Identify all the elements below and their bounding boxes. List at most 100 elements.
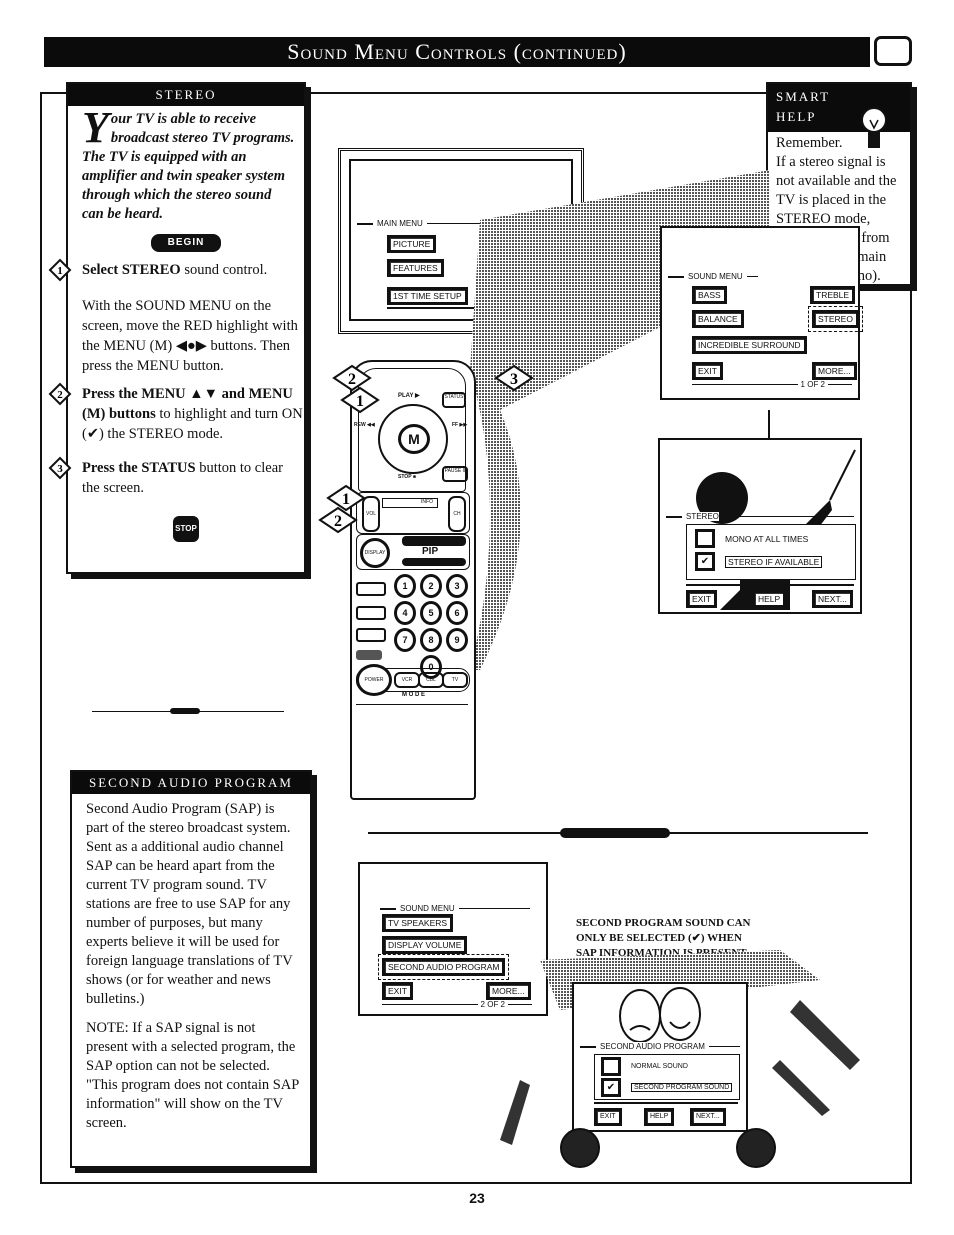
stereo-screen: STEREO MONO AT ALL TIMES ✔ STEREO IF AVAI… [658, 438, 862, 614]
remote-control: PLAY ▶ STATUS M REW ◀◀ FF ▶▶ STOP ■ PAUS… [350, 360, 476, 800]
option-stereo-label: STEREO IF AVAILABLE [725, 555, 823, 568]
key-5[interactable]: 5 [420, 601, 442, 625]
sound-more-button[interactable]: MORE... [812, 362, 857, 380]
sound-stereo-button[interactable]: STEREO [808, 306, 863, 332]
sap-paragraph-1: Second Audio Program (SAP) is part of th… [86, 801, 293, 1007]
status-button[interactable]: STATUS [442, 392, 466, 408]
stereo-next-button[interactable]: NEXT... [812, 590, 853, 608]
key-7[interactable]: 7 [394, 628, 416, 652]
pip-button-row[interactable] [402, 536, 466, 546]
pip-label: PIP [422, 546, 439, 557]
option-mono[interactable]: MONO AT ALL TIMES [695, 529, 847, 548]
option-stereo[interactable]: ✔ STEREO IF AVAILABLE [695, 552, 847, 571]
svg-text:1: 1 [356, 393, 364, 410]
option-normal-sound[interactable]: NORMAL SOUND [601, 1057, 733, 1076]
sap-options-box: NORMAL SOUND ✔ SECOND PROGRAM SOUND [594, 1054, 740, 1100]
intro-text: our TV is able to receive broadcast ster… [82, 111, 295, 222]
play-label: PLAY ▶ [398, 393, 420, 399]
checkbox-normal-sound[interactable] [601, 1057, 621, 1076]
pause-button[interactable]: PAUSE II [442, 466, 468, 482]
option-second-program[interactable]: ✔ SECOND PROGRAM SOUND [601, 1078, 733, 1097]
step-2-badge-icon: 2 [48, 382, 72, 406]
sound-menu-2-label: SOUND MENU [380, 904, 530, 913]
pager-1-text: 1 OF 2 [800, 380, 825, 389]
sap-paragraph-2: NOTE: If a SAP signal is not present wit… [86, 1020, 299, 1131]
sound-exit-button[interactable]: EXIT [692, 362, 723, 380]
mode-vcr-button[interactable]: VCR [394, 672, 420, 688]
key-8[interactable]: 8 [420, 628, 442, 652]
sound-tv-speakers-button[interactable]: TV SPEAKERS [382, 914, 454, 932]
step-1: 1 Select STEREO sound control. [48, 258, 304, 282]
step-1-bold: Select STEREO [82, 262, 181, 278]
callout-2b-icon: 2 [318, 506, 358, 534]
sound-menu-1-label: SOUND MENU [668, 272, 758, 281]
sound-menu-1-screen: SOUND MENU BASS TREBLE BALANCE STEREO IN… [660, 226, 863, 400]
key-6[interactable]: 6 [446, 601, 468, 625]
status-label: STATUS [444, 394, 464, 400]
step-1-badge-icon: 1 [48, 258, 72, 282]
key-1[interactable]: 1 [394, 574, 416, 598]
power-button[interactable]: POWER [356, 664, 392, 696]
sound-treble-button[interactable]: TREBLE [810, 286, 856, 304]
sound-2-exit-button[interactable]: EXIT [382, 982, 413, 1000]
sound-display-volume-button[interactable]: DISPLAY VOLUME [382, 936, 468, 954]
pip-button-row-2[interactable] [402, 558, 466, 566]
stereo-exit-button[interactable]: EXIT [686, 590, 717, 608]
step-1-detail-text: With the SOUND MENU on the screen, move … [82, 298, 298, 374]
sap-screen: SECOND AUDIO PROGRAM NORMAL SOUND ✔ SECON… [572, 982, 748, 1132]
stop-sign-icon: STOP [173, 516, 199, 542]
option-mono-label: MONO AT ALL TIMES [725, 533, 809, 544]
menu-features-button[interactable]: FEATURES [387, 259, 444, 277]
sap-panel: SECOND AUDIO PROGRAM Second Audio Progra… [70, 770, 312, 1168]
step-3-bold: Press the STATUS [82, 460, 196, 476]
sap-next-button[interactable]: NEXT... [690, 1108, 726, 1126]
stereo-help-button[interactable]: HELP [752, 590, 787, 608]
number-keypad: 1 2 3 4 5 6 7 8 9 0 [394, 574, 468, 679]
key-9[interactable]: 9 [446, 628, 468, 652]
checkmark-icon[interactable]: ✔ [695, 552, 715, 571]
step-1-detail: With the SOUND MENU on the screen, move … [68, 296, 304, 376]
mode-tv-button[interactable]: TV [442, 672, 468, 688]
ch-button[interactable]: CH [448, 496, 466, 532]
svg-text:3: 3 [510, 371, 518, 388]
key-4[interactable]: 4 [394, 601, 416, 625]
tv-screen-icon [874, 36, 912, 66]
sound-menu-1-pager: 1 OF 2 [692, 380, 852, 389]
smart-help-heading-1: SMART [776, 89, 831, 104]
divider [594, 1102, 738, 1104]
sound-menu-1-label-text: SOUND MENU [688, 272, 743, 281]
mode-cbl-button[interactable]: CBL [418, 672, 444, 688]
left-speaker-icon [560, 1128, 600, 1168]
sap-help-button[interactable]: HELP [644, 1108, 675, 1126]
step-3: 3 Press the STATUS button to clear the s… [48, 456, 304, 498]
tv-vcr-button[interactable] [356, 606, 386, 620]
menu-picture-button[interactable]: PICTURE [387, 235, 437, 253]
smart-help-heading: SMART HELP [768, 84, 910, 132]
sound-balance-button[interactable]: BALANCE [692, 310, 744, 328]
svg-text:1: 1 [57, 265, 63, 277]
key-2[interactable]: 2 [420, 574, 442, 598]
theater-masks-icon [619, 987, 701, 1043]
checkmark-icon[interactable]: ✔ [601, 1078, 621, 1097]
display-button[interactable]: DISPLAY [360, 538, 390, 568]
menu-m-button[interactable]: M [398, 424, 430, 454]
page-title: Sound Menu Controls (continued) [44, 37, 870, 67]
stereo-options-box: MONO AT ALL TIMES ✔ STEREO IF AVAILABLE [686, 524, 856, 580]
smart-button[interactable] [356, 650, 382, 660]
key-3[interactable]: 3 [446, 574, 468, 598]
sleep-button[interactable] [356, 628, 386, 642]
sound-incredible-surround-button[interactable]: INCREDIBLE SURROUND [692, 336, 807, 354]
checkbox-mono[interactable] [695, 529, 715, 548]
stereo-screen-label-text: STEREO [686, 512, 719, 521]
divider [686, 584, 854, 586]
rew-label: REW ◀◀ [354, 422, 375, 428]
begin-badge: BEGIN [151, 234, 221, 252]
svg-text:3: 3 [57, 463, 63, 475]
menu-first-time-setup-button[interactable]: 1ST TIME SETUP [387, 287, 468, 305]
sap-exit-button[interactable]: EXIT [594, 1108, 622, 1126]
tuner-pip-button[interactable] [356, 582, 386, 596]
separator-ornament-2 [560, 828, 670, 838]
sound-bass-button[interactable]: BASS [692, 286, 727, 304]
info-button[interactable]: INFO [382, 498, 438, 508]
callout-3-icon: 3 [494, 364, 534, 392]
